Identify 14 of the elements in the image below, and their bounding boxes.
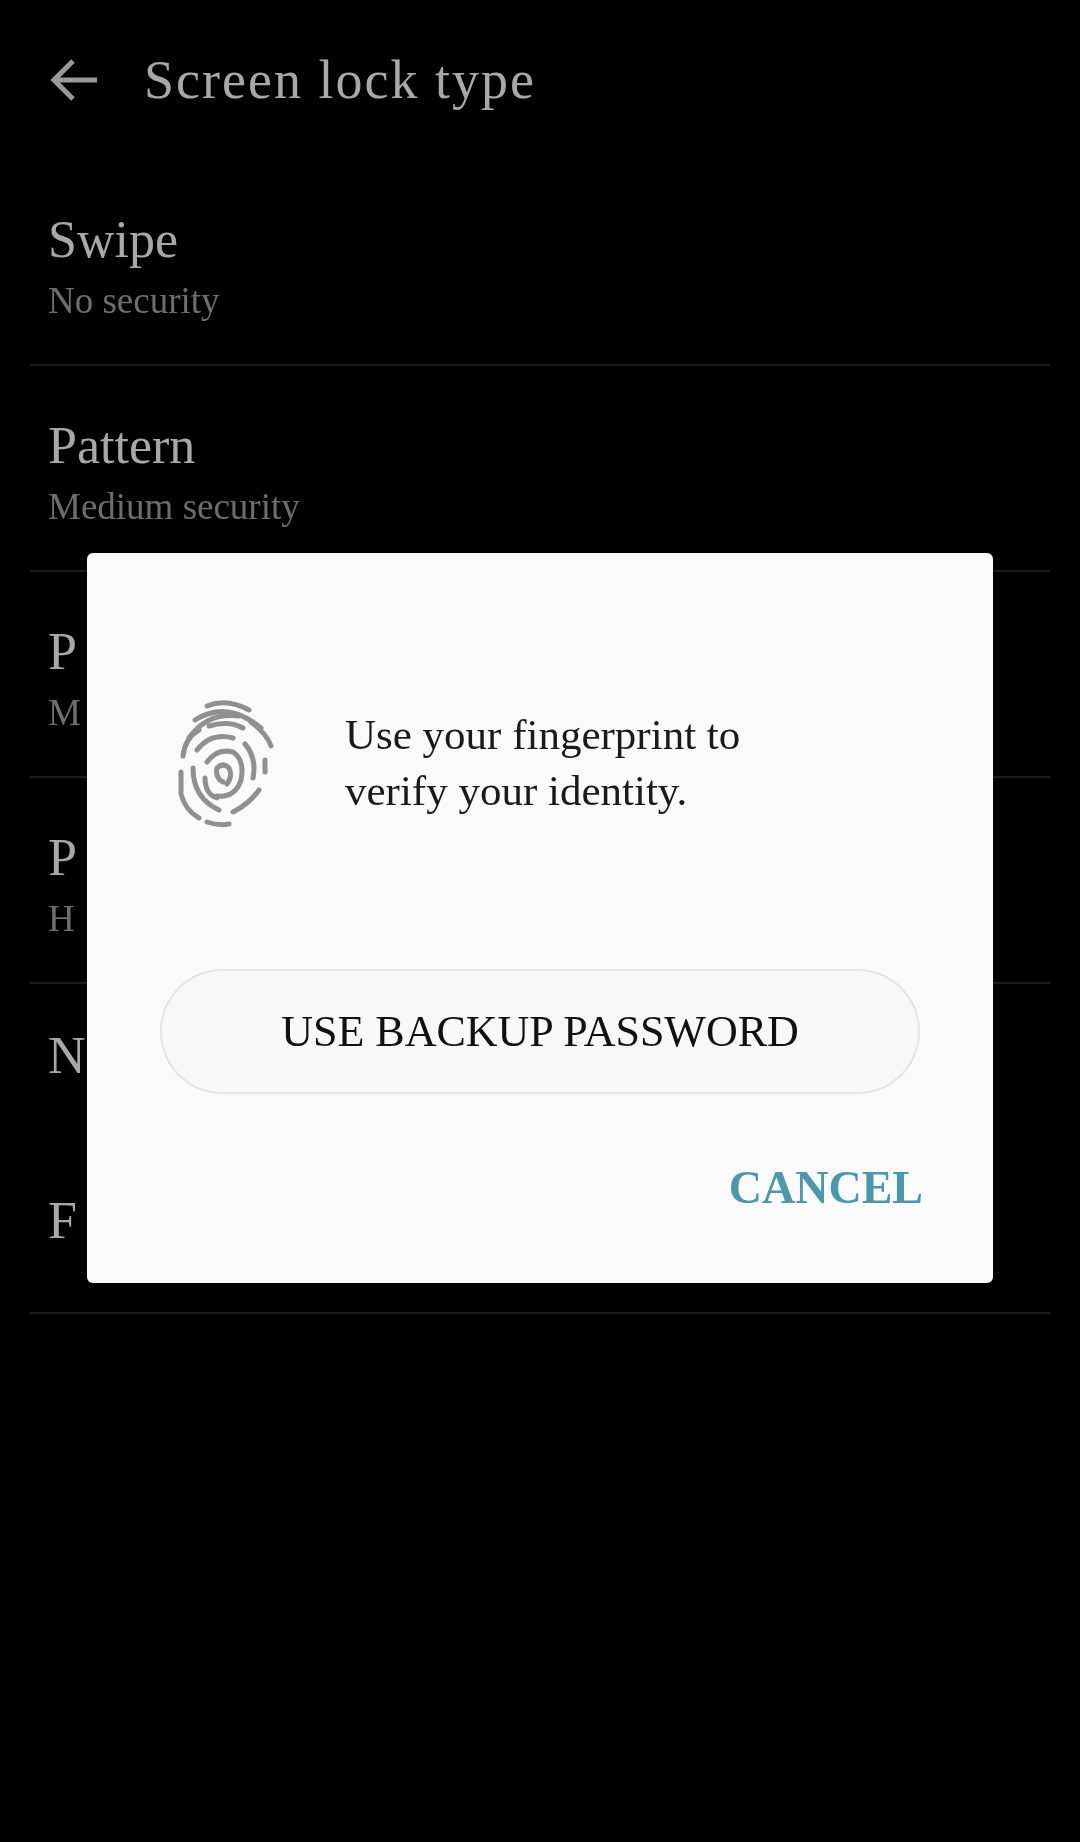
screen-title: Screen lock type — [144, 48, 536, 112]
lock-option[interactable]: Swipe No security — [30, 160, 1050, 366]
option-subtitle: No security — [48, 279, 220, 323]
option-title: F — [48, 1191, 77, 1251]
option-subtitle: H — [48, 897, 75, 941]
back-arrow-icon — [49, 58, 99, 102]
option-title: P — [48, 828, 77, 888]
option-title: Swipe — [48, 210, 178, 270]
option-subtitle: Medium security — [48, 485, 300, 529]
option-title: Pattern — [48, 416, 196, 476]
option-title: P — [48, 622, 77, 682]
option-subtitle: M — [48, 691, 81, 735]
use-backup-password-button[interactable]: USE BACKUP PASSWORD — [160, 969, 920, 1094]
dialog-message: Use your fingerprint to verify your identity. — [345, 710, 742, 816]
